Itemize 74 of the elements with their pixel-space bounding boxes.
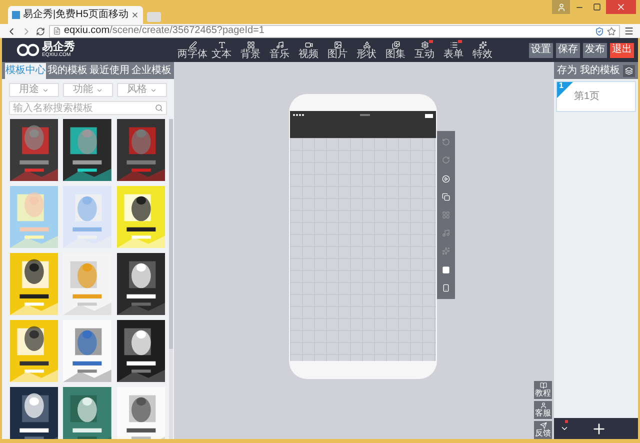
caret-icon	[96, 86, 103, 94]
toolbar-button[interactable]: 特效	[468, 38, 497, 62]
toolbar-button[interactable]: 视频	[294, 38, 323, 62]
page-icon	[53, 27, 61, 35]
close-button[interactable]	[606, 0, 636, 14]
site-favicon-icon	[12, 11, 20, 19]
gallery-icon	[392, 40, 400, 48]
toolbar-button[interactable]: 表单	[439, 38, 468, 62]
help-button[interactable]: 客服	[534, 401, 552, 419]
layers-icon	[625, 66, 633, 74]
paper-plane-icon	[540, 422, 546, 429]
play-icon[interactable]	[442, 174, 450, 183]
header-action-button[interactable]: 设置	[529, 42, 553, 58]
tab-title: 易企秀|免费H5页面移动	[23, 10, 128, 20]
image-icon	[334, 40, 342, 48]
page-thumbnail[interactable]: 1 第1页	[556, 81, 636, 112]
help-button[interactable]: 反馈	[534, 421, 552, 439]
list-icon	[450, 40, 458, 48]
header-action-button[interactable]: 发布	[583, 42, 607, 58]
toolbar-button[interactable]: 背景	[236, 38, 265, 62]
pen-icon	[188, 40, 196, 48]
battery-icon	[425, 114, 433, 118]
menu-icon[interactable]	[624, 26, 634, 36]
star-icon[interactable]	[607, 26, 616, 36]
text-icon	[218, 40, 226, 48]
caret-icon	[42, 86, 49, 94]
logo-icon	[16, 43, 40, 57]
toolbar-button[interactable]: 图集	[381, 38, 410, 62]
toolbar-button[interactable]: 音乐	[265, 38, 294, 62]
person-icon	[556, 2, 566, 12]
person-icon	[540, 402, 546, 409]
help-button[interactable]: 教程	[534, 381, 552, 399]
gear-icon	[420, 40, 428, 48]
book-icon	[540, 382, 546, 389]
video-icon	[304, 40, 312, 48]
maximize-icon	[593, 3, 601, 11]
sparkle-icon	[478, 40, 486, 48]
copy-icon[interactable]	[442, 192, 450, 201]
panel-tab[interactable]: 我的模板	[47, 63, 88, 79]
reload-icon[interactable]	[36, 26, 45, 36]
toolbar-button[interactable]: 图片	[323, 38, 352, 62]
music-icon	[276, 40, 284, 48]
caret-icon	[150, 86, 157, 94]
filter-dropdown[interactable]: 功能	[63, 83, 113, 97]
header-action-button[interactable]: 保存	[556, 42, 580, 58]
panel-tab[interactable]: 模板中心	[5, 63, 46, 79]
search-field[interactable]: 输入名称搜索模板	[9, 101, 167, 115]
panel-tab[interactable]: 企业模板	[131, 63, 172, 79]
toolbar-button[interactable]: 形状	[352, 38, 381, 62]
shield-icon[interactable]	[595, 26, 604, 36]
phone-icon[interactable]	[442, 284, 450, 292]
filter-dropdown[interactable]: 用途	[9, 83, 59, 97]
address-bar[interactable]: eqxiu.com/scene/create/35672465?pageId=1	[49, 24, 620, 38]
close-icon	[616, 2, 626, 12]
shapes-icon	[362, 40, 370, 48]
url-host: eqxiu.com	[64, 26, 110, 36]
toolbar-button[interactable]: 互动	[410, 38, 439, 62]
add-page-icon[interactable]	[591, 420, 607, 436]
logo-text: 易企秀	[42, 42, 75, 53]
browser-tab[interactable]: 易企秀|免费H5页面移动	[8, 6, 144, 24]
close-icon[interactable]	[131, 11, 140, 19]
caret-icon[interactable]	[560, 424, 569, 433]
search-icon[interactable]	[155, 104, 163, 112]
toolbar-button[interactable]: 两字体	[178, 38, 207, 62]
user-button[interactable]	[552, 0, 570, 14]
copy-page-button[interactable]	[623, 64, 635, 76]
toolbar-button[interactable]: 文本	[207, 38, 236, 62]
page-number: 1	[559, 82, 564, 90]
header-action-button[interactable]: 退出	[610, 42, 634, 58]
square-icon[interactable]	[442, 266, 450, 274]
panel-tab[interactable]: 最近使用	[89, 63, 130, 79]
filter-dropdown[interactable]: 风格	[117, 83, 167, 97]
url-path: /scene/create/35672465?pageId=1	[110, 26, 264, 36]
grid-icon	[246, 40, 254, 48]
